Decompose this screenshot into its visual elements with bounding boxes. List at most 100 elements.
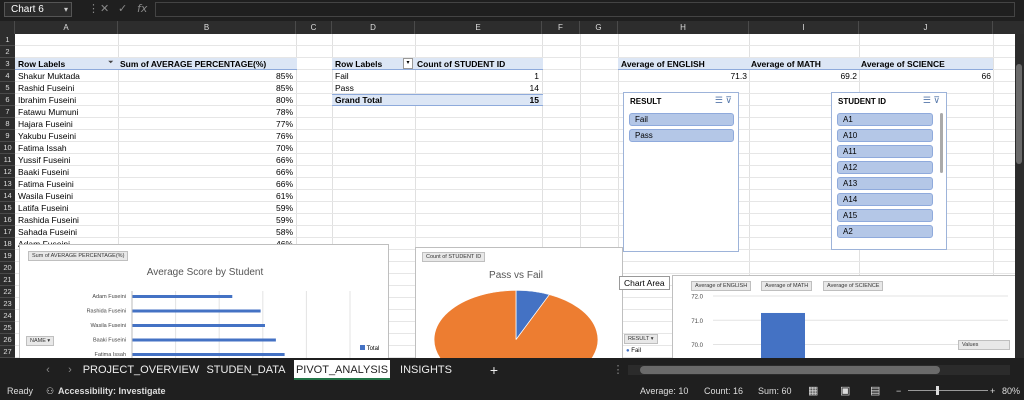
pivot1-value[interactable]: 66% [120, 178, 293, 190]
zoom-out-icon[interactable]: − [896, 382, 901, 400]
insert-function-icon[interactable]: fx [137, 2, 147, 15]
worksheet-grid[interactable]: Row Labels ⏷ Sum of AVERAGE PERCENTAGE(%… [15, 34, 1015, 358]
tab-studen-data[interactable]: STUDEN_DATA [200, 360, 292, 380]
row-header[interactable]: 16 [0, 214, 15, 226]
accessibility-status[interactable]: Accessibility: Investigate [58, 382, 166, 400]
pivot1-value[interactable]: 77% [120, 118, 293, 130]
pivot1-value[interactable]: 59% [120, 214, 293, 226]
page-layout-icon[interactable]: ▣ [840, 382, 850, 400]
average-readout[interactable]: Average: 10 [640, 382, 688, 400]
tab-insights[interactable]: INSIGHTS [392, 360, 460, 380]
vertical-scrollbar[interactable] [1015, 34, 1024, 358]
pivot1-label[interactable]: Ibrahim Fuseini [18, 94, 118, 106]
bar[interactable] [132, 353, 285, 356]
pivot1-row-labels-header[interactable]: Row Labels [18, 58, 108, 70]
pivot1-label[interactable]: Fatima Issah [18, 142, 118, 154]
row-header[interactable]: 26 [0, 334, 15, 346]
avg-english-value[interactable]: 71.3 [621, 70, 747, 82]
pivot1-value[interactable]: 76% [120, 130, 293, 142]
pivot2-total-value[interactable]: 15 [417, 94, 539, 106]
slicer-item[interactable]: A11 [837, 145, 933, 158]
slicer-item[interactable]: A1 [837, 113, 933, 126]
pivot1-label[interactable]: Sahada Fuseini [18, 226, 118, 238]
row-header[interactable]: 24 [0, 310, 15, 322]
row-header[interactable]: 1 [0, 34, 15, 46]
student-id-slicer[interactable]: STUDENT ID ☰ ⊽ A1 A10 A11 A12 A13 A14 A15 A2 [831, 92, 947, 250]
pivot1-value[interactable]: 85% [120, 70, 293, 82]
pivot1-label[interactable]: Fatawu Mumuni [18, 106, 118, 118]
pivot1-value[interactable]: 59% [120, 202, 293, 214]
values-field-button[interactable]: Values [958, 340, 1010, 350]
add-sheet-icon[interactable]: + [484, 360, 504, 380]
avg-math-value[interactable]: 69.2 [751, 70, 857, 82]
row-header[interactable]: 12 [0, 166, 15, 178]
slicer-item[interactable]: A13 [837, 177, 933, 190]
row-header[interactable]: 8 [0, 118, 15, 130]
row-header[interactable]: 13 [0, 178, 15, 190]
pivot1-label[interactable]: Fatima Fuseini [18, 178, 118, 190]
multi-select-icon[interactable]: ☰ ⊽ [923, 95, 940, 106]
tab-project-overview[interactable]: PROJECT_OVERVIEW [82, 360, 200, 380]
scroll-left-icon[interactable]: ‹ [40, 360, 56, 380]
column-header-g[interactable]: G [580, 21, 618, 34]
row-header[interactable]: 23 [0, 298, 15, 310]
select-all-corner[interactable] [0, 21, 15, 34]
formula-input[interactable] [155, 2, 1015, 17]
pivot2-value[interactable]: 14 [417, 82, 539, 94]
avg-science-header[interactable]: Average of SCIENCE [861, 58, 991, 70]
pivot1-value[interactable]: 70% [120, 142, 293, 154]
zoom-slider[interactable] [908, 390, 988, 391]
row-header[interactable]: 10 [0, 142, 15, 154]
multi-select-icon[interactable]: ☰ ⊽ [715, 95, 732, 106]
bar-chart[interactable]: Sum of AVERAGE PERCENTAGE(%) Average Sco… [19, 244, 389, 358]
row-header[interactable]: 20 [0, 262, 15, 274]
row-header[interactable]: 9 [0, 130, 15, 142]
avg-english-header[interactable]: Average of ENGLISH [621, 58, 749, 70]
pivot1-value-header[interactable]: Sum of AVERAGE PERCENTAGE(%) [120, 58, 295, 70]
pivot1-value[interactable]: 66% [120, 166, 293, 178]
row-header[interactable]: 27 [0, 346, 15, 358]
pivot2-label[interactable]: Fail [335, 70, 405, 82]
pivot1-label[interactable]: Yakubu Fuseini [18, 130, 118, 142]
column-chart[interactable]: Average of ENGLISH Average of MATH Average… [672, 275, 1015, 358]
scrollbar-thumb[interactable] [640, 366, 940, 374]
pivot1-label[interactable]: Rashida Fuseini [18, 214, 118, 226]
pivot1-value[interactable]: 61% [120, 190, 293, 202]
slicer-item[interactable]: A10 [837, 129, 933, 142]
pivot1-value[interactable]: 58% [120, 226, 293, 238]
row-header[interactable]: 25 [0, 322, 15, 334]
row-header[interactable]: 7 [0, 106, 15, 118]
chevron-down-icon[interactable]: ▾ [64, 3, 68, 16]
name-box[interactable]: Chart 6 ▾ [4, 2, 72, 17]
bar[interactable] [132, 309, 261, 313]
tab-pivot-analysis[interactable]: PIVOT_ANALYSIS [294, 360, 390, 380]
column-header-j[interactable]: J [859, 21, 993, 34]
pivot2-total-label[interactable]: Grand Total [335, 94, 415, 106]
cancel-icon[interactable]: ✕ [100, 2, 109, 15]
slicer-item[interactable]: A15 [837, 209, 933, 222]
filter-icon[interactable]: ⏷ [108, 59, 114, 67]
row-header[interactable]: 17 [0, 226, 15, 238]
pivot1-label[interactable]: Baaki Fuseini [18, 166, 118, 178]
slicer-scrollbar[interactable] [940, 113, 943, 173]
slicer-item[interactable]: A12 [837, 161, 933, 174]
pie-chart[interactable]: Count of STUDENT ID Pass vs Fail RESULT … [415, 247, 658, 358]
row-header[interactable]: 6 [0, 94, 15, 106]
filter-field-button[interactable]: RESULT ▾ [624, 334, 658, 344]
accessibility-icon[interactable]: ⚇ [46, 382, 54, 400]
slicer-item-fail[interactable]: Fail [629, 113, 734, 126]
pie-slice[interactable] [433, 290, 599, 358]
result-slicer[interactable]: RESULT ☰ ⊽ Fail Pass [623, 92, 739, 252]
row-header[interactable]: 2 [0, 46, 15, 58]
row-header[interactable]: 14 [0, 190, 15, 202]
pivot2-value-header[interactable]: Count of STUDENT ID [417, 58, 542, 70]
column-header-d[interactable]: D [332, 21, 415, 34]
column-header-i[interactable]: I [749, 21, 859, 34]
slicer-item[interactable]: A14 [837, 193, 933, 206]
pivot1-label[interactable]: Wasila Fuseini [18, 190, 118, 202]
column-header-f[interactable]: F [542, 21, 580, 34]
pivot2-value[interactable]: 1 [417, 70, 539, 82]
page-break-icon[interactable]: ▤ [870, 382, 880, 400]
row-header[interactable]: 15 [0, 202, 15, 214]
horizontal-scrollbar[interactable] [628, 365, 1010, 375]
